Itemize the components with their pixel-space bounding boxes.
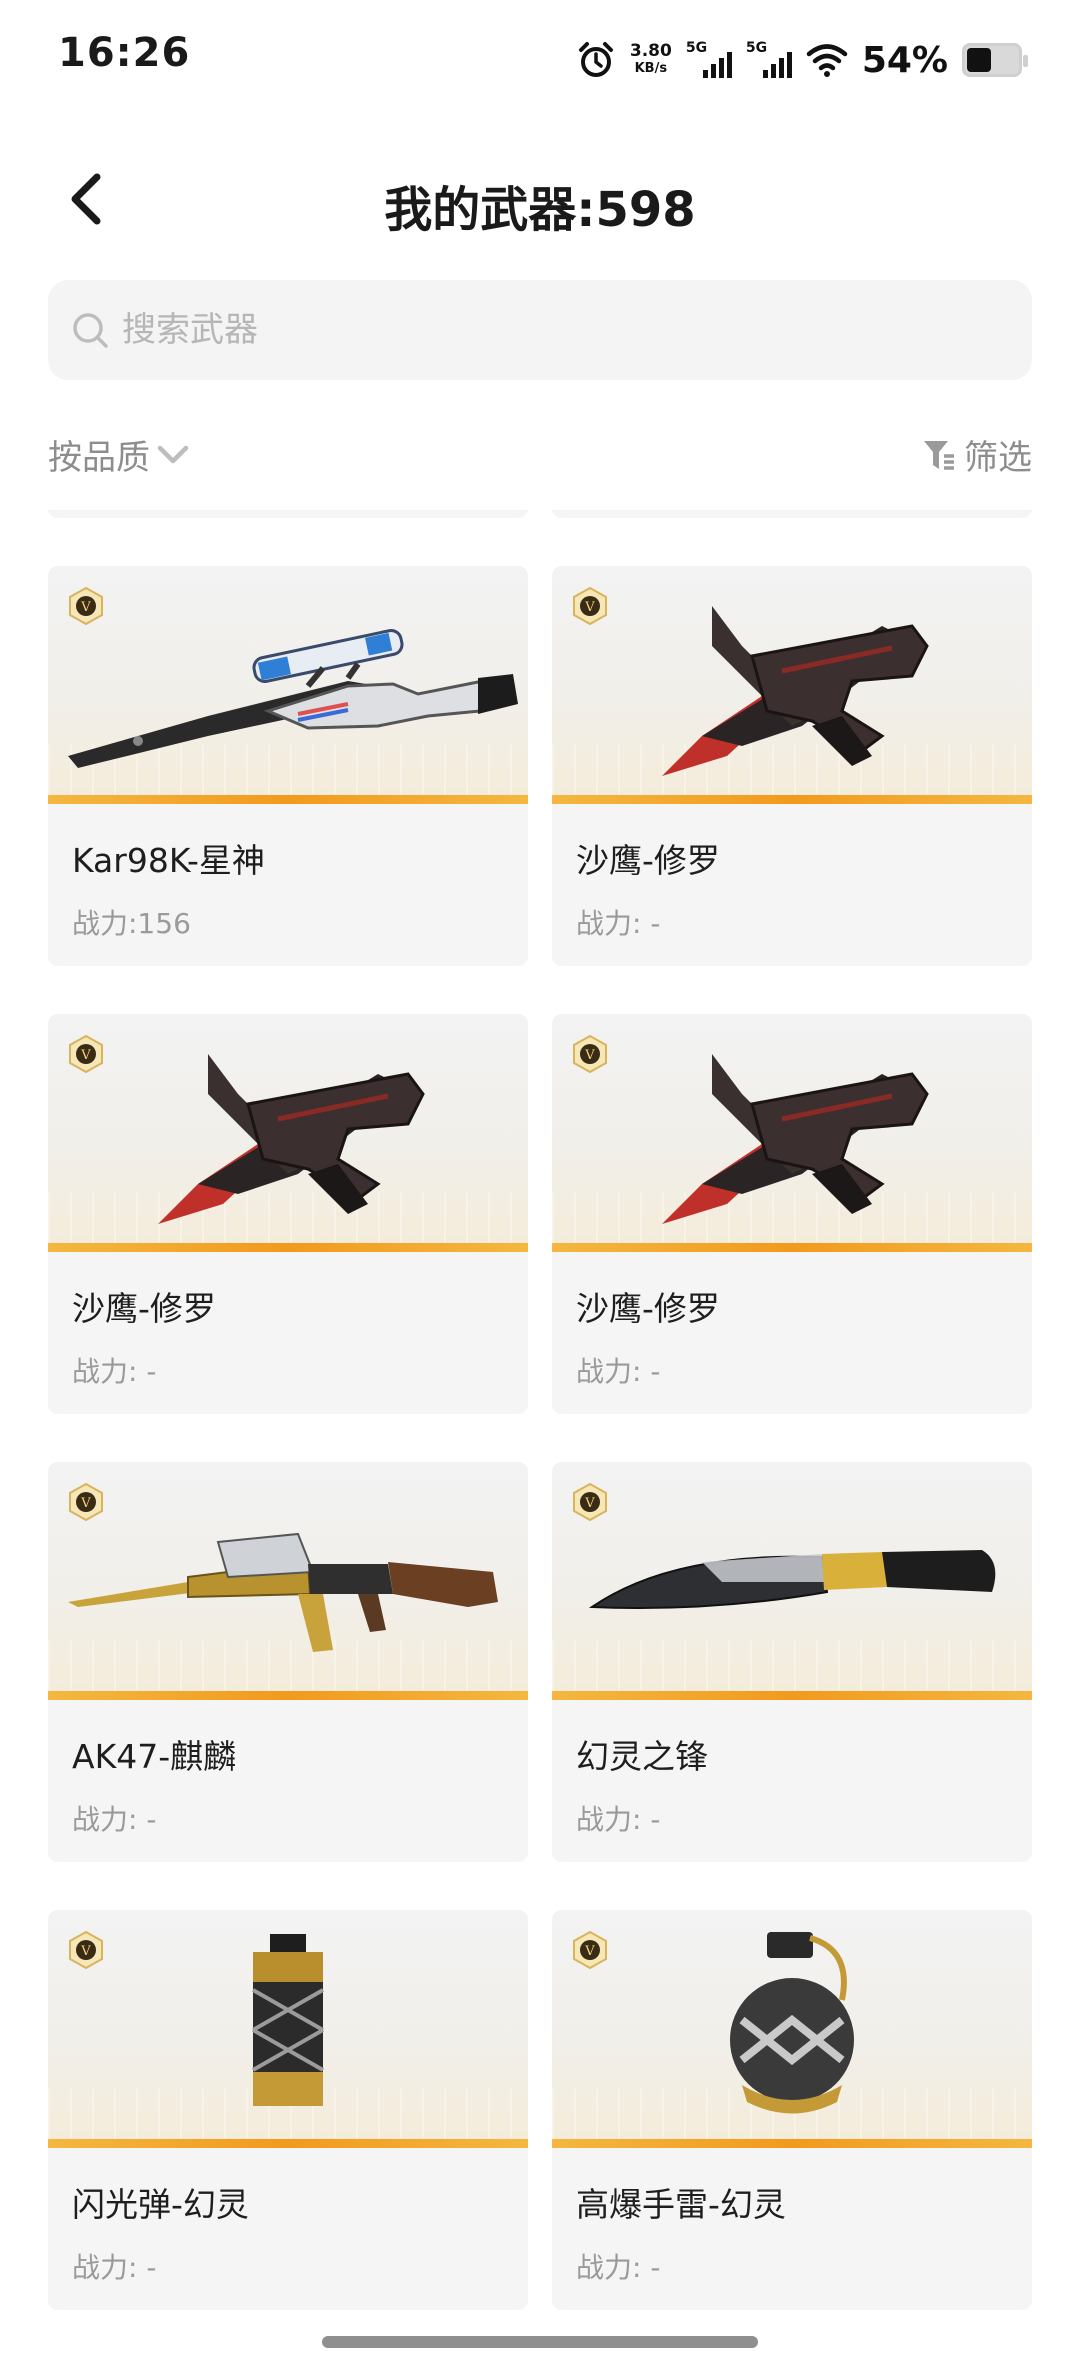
weapon-name: AK47-麒麟 xyxy=(72,1737,237,1776)
net-speed: 3.80 KB/s xyxy=(630,42,672,78)
weapon-power: 战力: - xyxy=(576,1803,661,1836)
weapon-name: 沙鹰-修罗 xyxy=(576,841,720,880)
flashbang-icon xyxy=(252,1934,324,2106)
battery-icon xyxy=(962,43,1028,77)
weapon-card[interactable] xyxy=(552,510,1032,518)
rarity-stripe xyxy=(48,795,528,804)
rarity-stripe xyxy=(48,2139,528,2148)
status-bar: 16:26 3.80 KB/s 5G 5G 54% xyxy=(0,0,1080,120)
weapon-power: 战力: - xyxy=(72,1803,157,1836)
weapon-name: 闪光弹-幻灵 xyxy=(72,2185,249,2224)
battery-percent: 54% xyxy=(861,39,948,81)
filter-label: 筛选 xyxy=(964,438,1032,478)
weapon-list[interactable]: V Kar98K-星神 战力:156 V 沙鹰-修罗 战力: - V 沙鹰-修罗… xyxy=(0,510,1080,2320)
weapon-card[interactable]: V 幻灵之锋 战力: - xyxy=(552,1462,1032,1862)
filter-row: 按品质 筛选 xyxy=(48,420,1032,490)
weapon-card[interactable]: V AK47-麒麟 战力: - xyxy=(48,1462,528,1862)
net-speed-unit: KB/s xyxy=(634,61,668,76)
grenade-icon xyxy=(730,1932,854,2114)
pistol-blade-icon xyxy=(662,1054,929,1224)
search-input[interactable] xyxy=(122,310,982,350)
weapon-image-area: V xyxy=(552,566,1032,804)
weapon-image-area: V xyxy=(552,1910,1032,2148)
weapon-card[interactable] xyxy=(48,510,528,518)
weapon-image-area: V xyxy=(48,1462,528,1700)
rarity-stripe xyxy=(552,1243,1032,1252)
weapon-image-area: V xyxy=(48,1910,528,2148)
sort-label: 按品质 xyxy=(48,438,150,478)
weapon-power: 战力:156 xyxy=(72,907,191,940)
home-indicator[interactable] xyxy=(322,2336,758,2348)
weapon-name: 高爆手雷-幻灵 xyxy=(576,2185,786,2224)
net-speed-value: 3.80 xyxy=(629,41,672,61)
weapon-card[interactable]: V 闪光弹-幻灵 战力: - xyxy=(48,1910,528,2310)
assault-rifle-icon xyxy=(68,1532,498,1652)
wifi-icon xyxy=(806,44,848,77)
nav-header: 我的武器:598 xyxy=(0,150,1080,250)
pistol-blade-icon xyxy=(158,1054,425,1224)
weapon-name: 沙鹰-修罗 xyxy=(72,1289,216,1328)
status-time: 16:26 xyxy=(58,30,191,76)
search-icon xyxy=(73,313,108,348)
weapon-card[interactable]: V 高爆手雷-幻灵 战力: - xyxy=(552,1910,1032,2310)
signal-icon: 5G xyxy=(686,40,732,80)
signal-icon: 5G xyxy=(746,40,792,80)
pistol-blade-icon xyxy=(662,606,929,776)
weapon-name: 幻灵之锋 xyxy=(576,1737,708,1776)
rarity-stripe xyxy=(552,1691,1032,1700)
weapon-card[interactable]: V 沙鹰-修罗 战力: - xyxy=(48,1014,528,1414)
status-icons: 3.80 KB/s 5G 5G 54% xyxy=(576,36,1028,84)
search-bar[interactable] xyxy=(48,280,1032,380)
weapon-name: 沙鹰-修罗 xyxy=(576,1289,720,1328)
chevron-down-icon xyxy=(157,445,189,463)
rarity-stripe xyxy=(48,1243,528,1252)
weapon-image-area: V xyxy=(552,1462,1032,1700)
alarm-icon xyxy=(578,42,613,77)
weapon-image-area: V xyxy=(552,1014,1032,1252)
weapon-power: 战力: - xyxy=(72,2251,157,2284)
weapon-power: 战力: - xyxy=(576,1355,661,1388)
weapon-card[interactable]: V 沙鹰-修罗 战力: - xyxy=(552,1014,1032,1414)
weapon-image-area: V xyxy=(48,1014,528,1252)
sort-by-quality-button[interactable]: 按品质 xyxy=(48,430,190,479)
machete-icon xyxy=(588,1550,996,1609)
weapon-power: 战力: - xyxy=(576,907,661,940)
filter-button[interactable]: 筛选 xyxy=(922,430,1032,479)
weapon-card[interactable]: V 沙鹰-修罗 战力: - xyxy=(552,566,1032,966)
filter-icon xyxy=(924,440,954,470)
weapon-power: 战力: - xyxy=(576,2251,661,2284)
weapon-card[interactable]: V Kar98K-星神 战力:156 xyxy=(48,566,528,966)
weapon-power: 战力: - xyxy=(72,1355,157,1388)
rarity-stripe xyxy=(552,795,1032,804)
sniper-rifle-icon xyxy=(68,629,518,768)
weapon-grid: V Kar98K-星神 战力:156 V 沙鹰-修罗 战力: - V 沙鹰-修罗… xyxy=(48,510,1032,2310)
rarity-stripe xyxy=(48,1691,528,1700)
weapon-image-area: V xyxy=(48,566,528,804)
weapon-name: Kar98K-星神 xyxy=(72,841,265,880)
page-title: 我的武器:598 xyxy=(384,182,696,238)
rarity-stripe xyxy=(552,2139,1032,2148)
